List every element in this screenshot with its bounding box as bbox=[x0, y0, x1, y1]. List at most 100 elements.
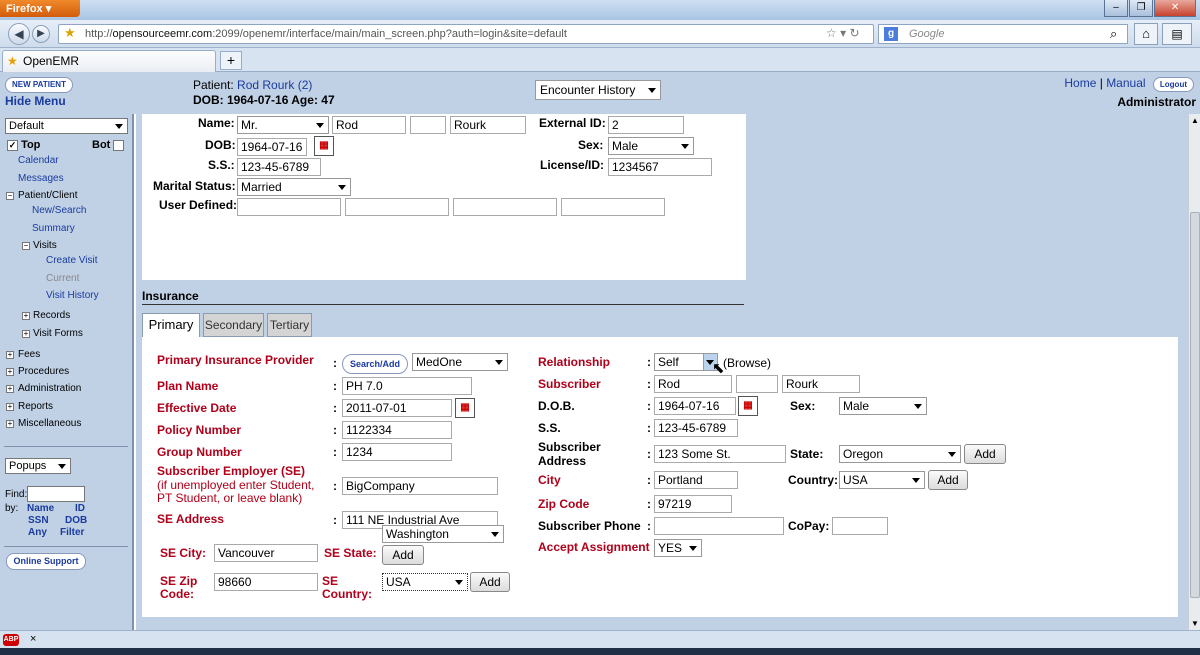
forward-icon[interactable]: ▶ bbox=[32, 25, 50, 43]
nav-fees[interactable]: Fees bbox=[18, 349, 40, 360]
nav-new-search[interactable]: New/Search bbox=[32, 205, 86, 216]
nav-patient-client[interactable]: Patient/Client bbox=[18, 190, 77, 201]
close-statusbar-icon[interactable]: × bbox=[30, 633, 36, 645]
nav-records[interactable]: Records bbox=[33, 310, 70, 321]
nav-visits[interactable]: Visits bbox=[33, 240, 57, 251]
subscriber-phone-input[interactable] bbox=[654, 517, 784, 535]
subscriber-first-input[interactable]: Rod bbox=[654, 375, 732, 393]
sex-select[interactable]: Male bbox=[608, 137, 694, 155]
hide-menu-link[interactable]: Hide Menu bbox=[5, 94, 66, 108]
search-add-button[interactable]: Search/Add bbox=[342, 354, 408, 374]
country-select[interactable]: USA bbox=[839, 471, 925, 489]
find-by-name[interactable]: Name bbox=[27, 503, 54, 514]
tab-tertiary[interactable]: Tertiary bbox=[267, 313, 312, 337]
se-state-select[interactable]: Washington bbox=[382, 525, 504, 543]
top-frame-toggle[interactable]: ✓ Top bbox=[7, 139, 40, 151]
nav-miscellaneous[interactable]: Miscellaneous bbox=[18, 418, 81, 429]
online-support-button[interactable]: Online Support bbox=[6, 553, 86, 570]
find-by-dob[interactable]: DOB bbox=[65, 515, 87, 526]
user-defined-1-input[interactable] bbox=[237, 198, 341, 216]
nav-create-visit[interactable]: Create Visit bbox=[46, 255, 98, 266]
tab-secondary[interactable]: Secondary bbox=[203, 313, 264, 337]
first-name-input[interactable]: Rod bbox=[332, 116, 406, 134]
patient-name-link[interactable]: Rod Rourk (2) bbox=[237, 78, 312, 92]
group-number-input[interactable]: 1234 bbox=[342, 443, 452, 461]
adblock-icon[interactable]: ABP bbox=[3, 634, 19, 646]
se-zip-input[interactable]: 98660 bbox=[214, 573, 318, 591]
find-filter[interactable]: Filter bbox=[60, 527, 84, 538]
expand-icon[interactable]: + bbox=[6, 420, 14, 428]
url-bar[interactable]: http://opensourceemr.com:2099/openemr/in… bbox=[58, 24, 874, 44]
browse-link[interactable]: (Browse) bbox=[723, 356, 771, 370]
marital-status-select[interactable]: Married bbox=[237, 178, 351, 196]
subscriber-sex-select[interactable]: Male bbox=[839, 397, 927, 415]
maximize-icon[interactable]: ❐ bbox=[1129, 0, 1154, 17]
expand-icon[interactable]: + bbox=[6, 368, 14, 376]
user-defined-4-input[interactable] bbox=[561, 198, 665, 216]
popups-select[interactable]: Popups bbox=[5, 458, 71, 474]
ss-input[interactable]: 123-45-6789 bbox=[237, 158, 321, 176]
subscriber-middle-input[interactable] bbox=[736, 375, 778, 393]
expand-icon[interactable]: + bbox=[6, 351, 14, 359]
relationship-select[interactable]: Self bbox=[654, 353, 718, 371]
scroll-down-icon[interactable]: ▼ bbox=[1191, 619, 1199, 628]
middle-name-input[interactable] bbox=[410, 116, 446, 134]
se-city-input[interactable]: Vancouver bbox=[214, 544, 318, 562]
subscriber-ss-input[interactable]: 123-45-6789 bbox=[654, 419, 738, 437]
expand-icon[interactable]: + bbox=[6, 403, 14, 411]
bookmark-star-icon[interactable]: ★ bbox=[64, 25, 76, 41]
scroll-up-icon[interactable]: ▲ bbox=[1191, 116, 1199, 125]
calendar-icon[interactable]: ▦ bbox=[738, 396, 758, 416]
bot-frame-toggle[interactable]: Bot bbox=[92, 139, 125, 151]
top-checkbox[interactable]: ✓ bbox=[7, 139, 18, 151]
expand-icon[interactable]: + bbox=[22, 312, 30, 320]
bookmarks-icon[interactable]: ▤ bbox=[1162, 23, 1192, 45]
user-defined-3-input[interactable] bbox=[453, 198, 557, 216]
new-tab-button[interactable]: + bbox=[220, 51, 242, 70]
state-add-button[interactable]: Add bbox=[964, 444, 1006, 464]
expand-icon[interactable]: + bbox=[22, 330, 30, 338]
policy-number-input[interactable]: 1122334 bbox=[342, 421, 452, 439]
find-by-id[interactable]: ID bbox=[75, 503, 85, 514]
nav-reports[interactable]: Reports bbox=[18, 401, 53, 412]
tab-primary[interactable]: Primary bbox=[142, 313, 200, 339]
dob-input[interactable]: 1964-07-16 bbox=[237, 138, 307, 156]
google-icon[interactable]: g bbox=[884, 27, 898, 41]
nav-calendar[interactable]: Calendar bbox=[18, 155, 59, 166]
se-country-add-button[interactable]: Add bbox=[470, 572, 510, 592]
back-icon[interactable]: ◀ bbox=[8, 23, 30, 45]
find-input[interactable] bbox=[27, 486, 85, 502]
license-input[interactable]: 1234567 bbox=[608, 158, 712, 176]
nav-messages[interactable]: Messages bbox=[18, 173, 64, 184]
collapse-icon[interactable]: − bbox=[22, 242, 30, 250]
minimize-icon[interactable]: – bbox=[1104, 0, 1129, 17]
home-link[interactable]: Home bbox=[1064, 76, 1096, 90]
encounter-history-select[interactable]: Encounter History bbox=[535, 80, 661, 100]
copay-input[interactable] bbox=[832, 517, 888, 535]
external-id-input[interactable]: 2 bbox=[608, 116, 684, 134]
layout-select[interactable]: Default bbox=[5, 118, 128, 134]
se-country-select[interactable]: USA bbox=[382, 573, 468, 591]
se-state-add-button[interactable]: Add bbox=[382, 545, 424, 565]
nav-administration[interactable]: Administration bbox=[18, 383, 81, 394]
country-add-button[interactable]: Add bbox=[928, 470, 968, 490]
new-patient-button[interactable]: NEW PATIENT bbox=[5, 77, 73, 93]
accept-assignment-select[interactable]: YES bbox=[654, 539, 702, 557]
find-by-ssn[interactable]: SSN bbox=[28, 515, 49, 526]
plan-name-input[interactable]: PH 7.0 bbox=[342, 377, 472, 395]
calendar-icon[interactable]: ▦ bbox=[314, 136, 334, 156]
logout-button[interactable]: Logout bbox=[1152, 77, 1194, 92]
subscriber-dob-input[interactable]: 1964-07-16 bbox=[654, 397, 736, 415]
nav-visit-forms[interactable]: Visit Forms bbox=[33, 328, 83, 339]
subscriber-employer-input[interactable]: BigCompany bbox=[342, 477, 498, 495]
tab-openemr[interactable]: ★ OpenEMR bbox=[2, 50, 216, 72]
provider-select[interactable]: MedOne bbox=[412, 353, 508, 371]
nav-summary[interactable]: Summary bbox=[32, 223, 75, 234]
search-input[interactable]: Google bbox=[878, 24, 1128, 44]
home-icon[interactable]: ⌂ bbox=[1134, 23, 1158, 45]
expand-icon[interactable]: + bbox=[6, 385, 14, 393]
state-select[interactable]: Oregon bbox=[839, 445, 961, 463]
zip-code-input[interactable]: 97219 bbox=[654, 495, 732, 513]
vertical-scrollbar[interactable]: ▲ ▼ bbox=[1188, 114, 1200, 630]
calendar-icon[interactable]: ▦ bbox=[455, 398, 475, 418]
